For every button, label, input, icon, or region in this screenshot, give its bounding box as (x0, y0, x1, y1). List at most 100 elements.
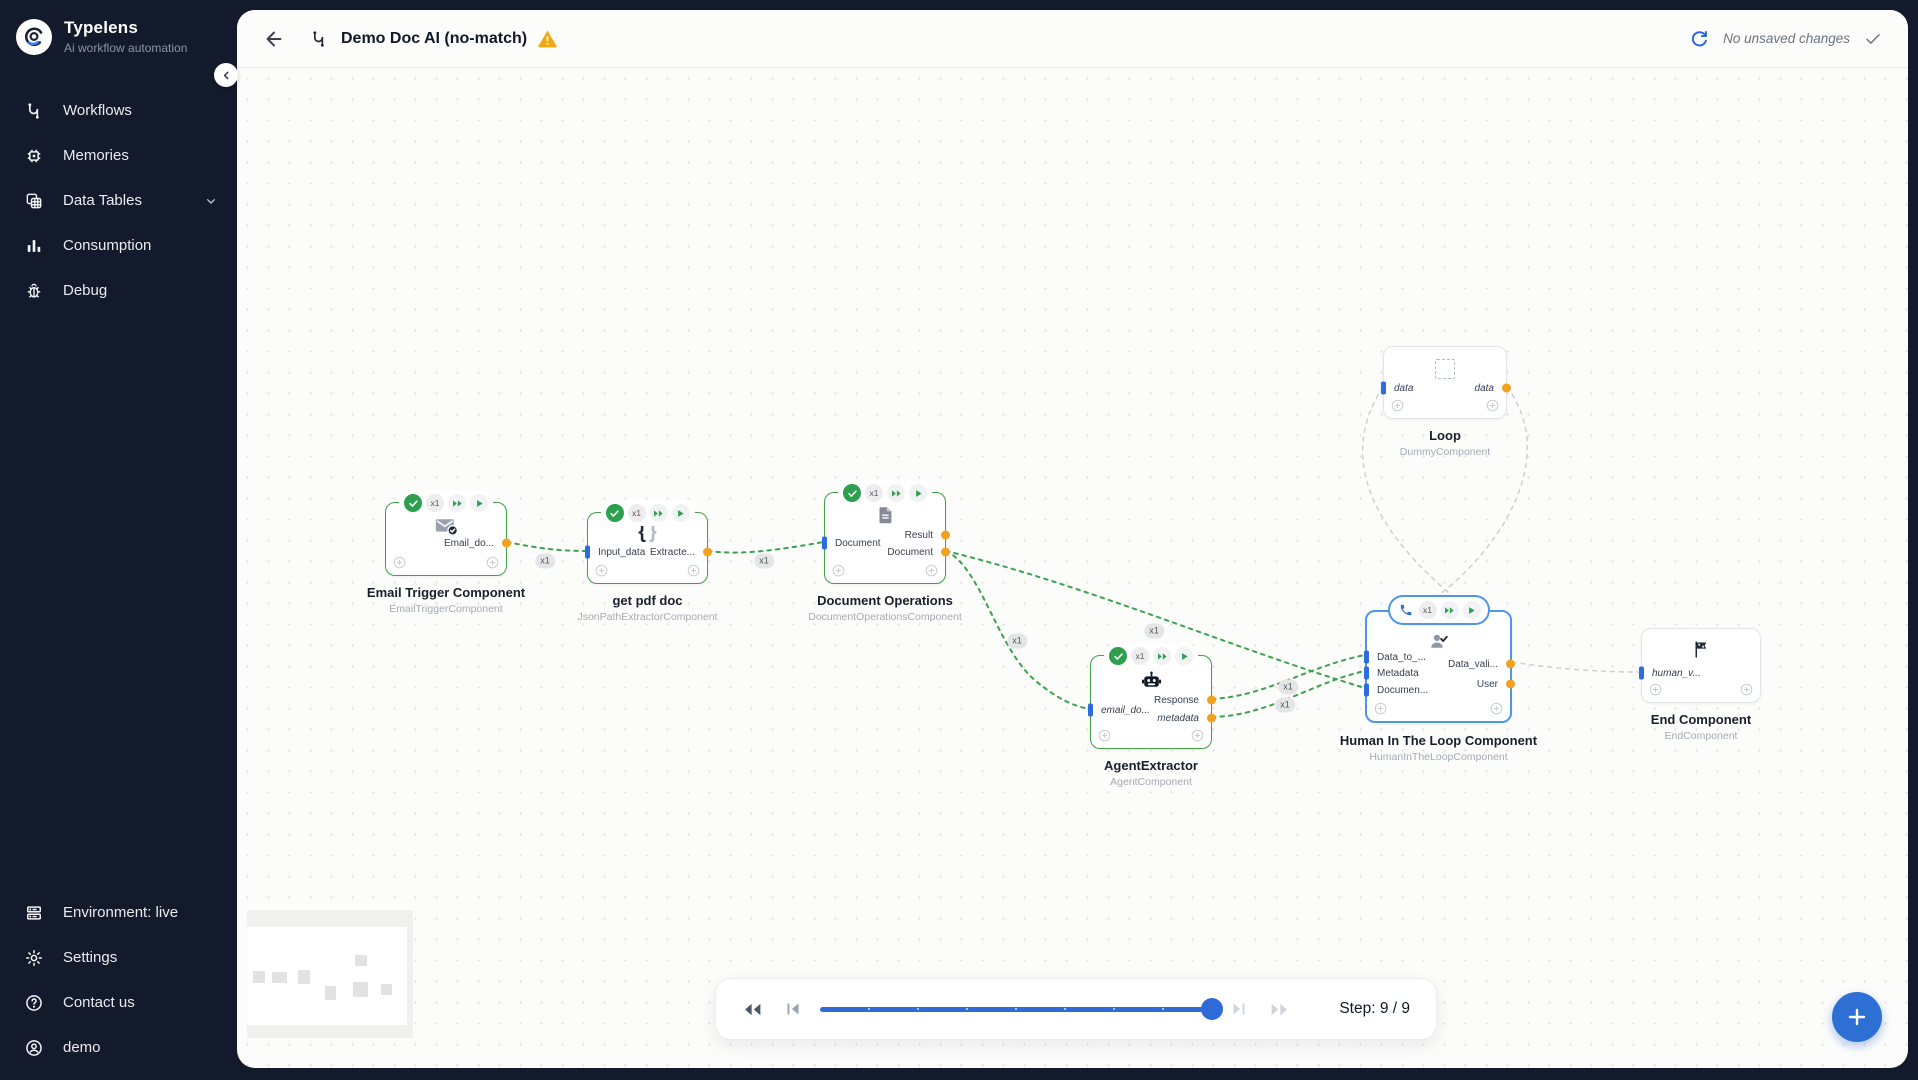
edge-run-count-badge: x1 (1007, 634, 1027, 649)
skip-to-start-button[interactable] (785, 1002, 802, 1016)
brand[interactable]: Typelens Ai workflow automation (0, 0, 237, 55)
input-port-handle[interactable] (822, 537, 827, 550)
skip-to-end-button[interactable] (1230, 1002, 1247, 1016)
node-end[interactable]: human_v...End ComponentEndComponent (1641, 628, 1761, 703)
node-get-pdf-doc[interactable]: x1{}Input_dataExtracte...get pdf docJson… (587, 512, 708, 584)
fast-forward-node-button[interactable] (887, 484, 905, 502)
sidebar-item-data-tables[interactable]: Data Tables (0, 178, 237, 223)
output-port[interactable]: Extracte... (650, 545, 707, 559)
input-port[interactable]: Metadata (1367, 666, 1419, 680)
add-connection-button[interactable] (1485, 398, 1500, 413)
input-port[interactable]: human_v... (1642, 666, 1701, 680)
play-node-button[interactable] (672, 504, 690, 522)
rewind-button[interactable] (742, 1002, 763, 1017)
sidebar-item-demo[interactable]: demo (0, 1025, 237, 1070)
add-connection-button[interactable] (1739, 682, 1754, 697)
output-port-handle[interactable] (1207, 714, 1216, 723)
output-port-handle[interactable] (941, 531, 950, 540)
input-port[interactable]: data (1384, 381, 1413, 395)
canvas-header: Demo Doc AI (no-match) No unsaved change… (237, 10, 1908, 68)
play-node-button[interactable] (1463, 601, 1481, 619)
step-slider[interactable] (820, 998, 1212, 1020)
output-port[interactable]: Document (887, 545, 945, 559)
input-port-handle[interactable] (1364, 684, 1369, 697)
add-connection-button[interactable] (1489, 701, 1504, 716)
node-document-operations[interactable]: x1DocumentResultDocumentDocument Operati… (824, 492, 946, 584)
bug-icon (24, 281, 44, 301)
workflow-icon (309, 29, 329, 49)
sidebar-item-label: Environment: live (63, 904, 178, 921)
sidebar-item-consumption[interactable]: Consumption (0, 223, 237, 268)
input-port[interactable]: email_do... (1091, 703, 1150, 717)
port-label: Result (905, 530, 933, 541)
fast-forward-node-button[interactable] (1153, 647, 1171, 665)
play-node-button[interactable] (470, 494, 488, 512)
output-port-handle[interactable] (941, 548, 950, 557)
phone-icon (1397, 601, 1415, 619)
output-port-handle[interactable] (1506, 680, 1515, 689)
output-port-handle[interactable] (1207, 696, 1216, 705)
input-port-handle[interactable] (1639, 667, 1644, 680)
workflow-canvas[interactable]: x1x1x1x1x1x1 x1Email_do...Email Trigger … (237, 10, 1908, 1068)
input-port[interactable]: Documen... (1367, 683, 1428, 697)
add-connection-button[interactable] (392, 555, 407, 570)
play-node-button[interactable] (1175, 647, 1193, 665)
port-label: Response (1154, 695, 1199, 706)
node-loop[interactable]: datadataLoopDummyComponent (1383, 346, 1507, 419)
output-port-handle[interactable] (1506, 660, 1515, 669)
warning-icon[interactable] (537, 28, 558, 49)
sidebar-item-debug[interactable]: Debug (0, 268, 237, 313)
fast-forward-node-button[interactable] (1441, 601, 1459, 619)
add-connection-button[interactable] (1190, 728, 1205, 743)
slider-thumb[interactable] (1201, 998, 1223, 1020)
add-connection-button[interactable] (1390, 398, 1405, 413)
refresh-button[interactable] (1689, 29, 1709, 49)
output-port[interactable]: User (1477, 677, 1510, 691)
sidebar-item-settings[interactable]: Settings (0, 935, 237, 980)
add-connection-button[interactable] (1097, 728, 1112, 743)
sidebar-item-environment[interactable]: Environment: live (0, 890, 237, 935)
add-connection-button[interactable] (831, 563, 846, 578)
add-connection-button[interactable] (686, 563, 701, 578)
input-port-handle[interactable] (1088, 704, 1093, 717)
add-node-button[interactable] (1832, 992, 1882, 1042)
node-subtitle: DocumentOperationsComponent (808, 611, 962, 623)
sidebar-item-contact[interactable]: Contact us (0, 980, 237, 1025)
add-connection-button[interactable] (924, 563, 939, 578)
add-connection-button[interactable] (485, 555, 500, 570)
node-human-in-the-loop[interactable]: x1Data_to_...MetadataDocumen...Data_vali… (1365, 610, 1512, 723)
play-node-button[interactable] (909, 484, 927, 502)
input-port-handle[interactable] (1364, 667, 1369, 680)
output-port-handle[interactable] (703, 548, 712, 557)
input-port[interactable]: Data_to_... (1367, 650, 1426, 664)
output-port[interactable]: Result (905, 528, 945, 542)
fast-forward-node-button[interactable] (448, 494, 466, 512)
output-port[interactable]: Response (1154, 693, 1211, 707)
fast-forward-button[interactable] (1269, 1002, 1290, 1017)
output-port-handle[interactable] (1502, 384, 1511, 393)
output-port-handle[interactable] (502, 539, 511, 548)
output-port[interactable]: Email_do... (444, 536, 506, 550)
save-status: No unsaved changes (1723, 31, 1850, 46)
minimap-viewport[interactable] (247, 927, 407, 1025)
input-port[interactable]: Input_data (588, 545, 645, 559)
minimap[interactable] (247, 910, 413, 1038)
node-agent-extractor[interactable]: x1email_do...ResponsemetadataAgentExtrac… (1090, 655, 1212, 749)
input-port-handle[interactable] (585, 546, 590, 559)
sidebar-item-workflows[interactable]: Workflows (0, 88, 237, 133)
output-port[interactable]: Data_vali... (1448, 657, 1510, 671)
sidebar-item-memories[interactable]: Memories (0, 133, 237, 178)
add-connection-button[interactable] (1648, 682, 1663, 697)
back-button[interactable] (263, 28, 285, 50)
add-connection-button[interactable] (594, 563, 609, 578)
fast-forward-node-button[interactable] (650, 504, 668, 522)
port-label: User (1477, 679, 1498, 690)
output-port[interactable]: metadata (1157, 711, 1211, 725)
node-email-trigger[interactable]: x1Email_do...Email Trigger ComponentEmai… (385, 502, 507, 576)
input-port[interactable]: Document (825, 536, 881, 550)
sidebar-collapse-button[interactable] (214, 63, 238, 87)
input-port-handle[interactable] (1381, 382, 1386, 395)
output-port[interactable]: data (1475, 381, 1506, 395)
add-connection-button[interactable] (1373, 701, 1388, 716)
input-port-handle[interactable] (1364, 651, 1369, 664)
